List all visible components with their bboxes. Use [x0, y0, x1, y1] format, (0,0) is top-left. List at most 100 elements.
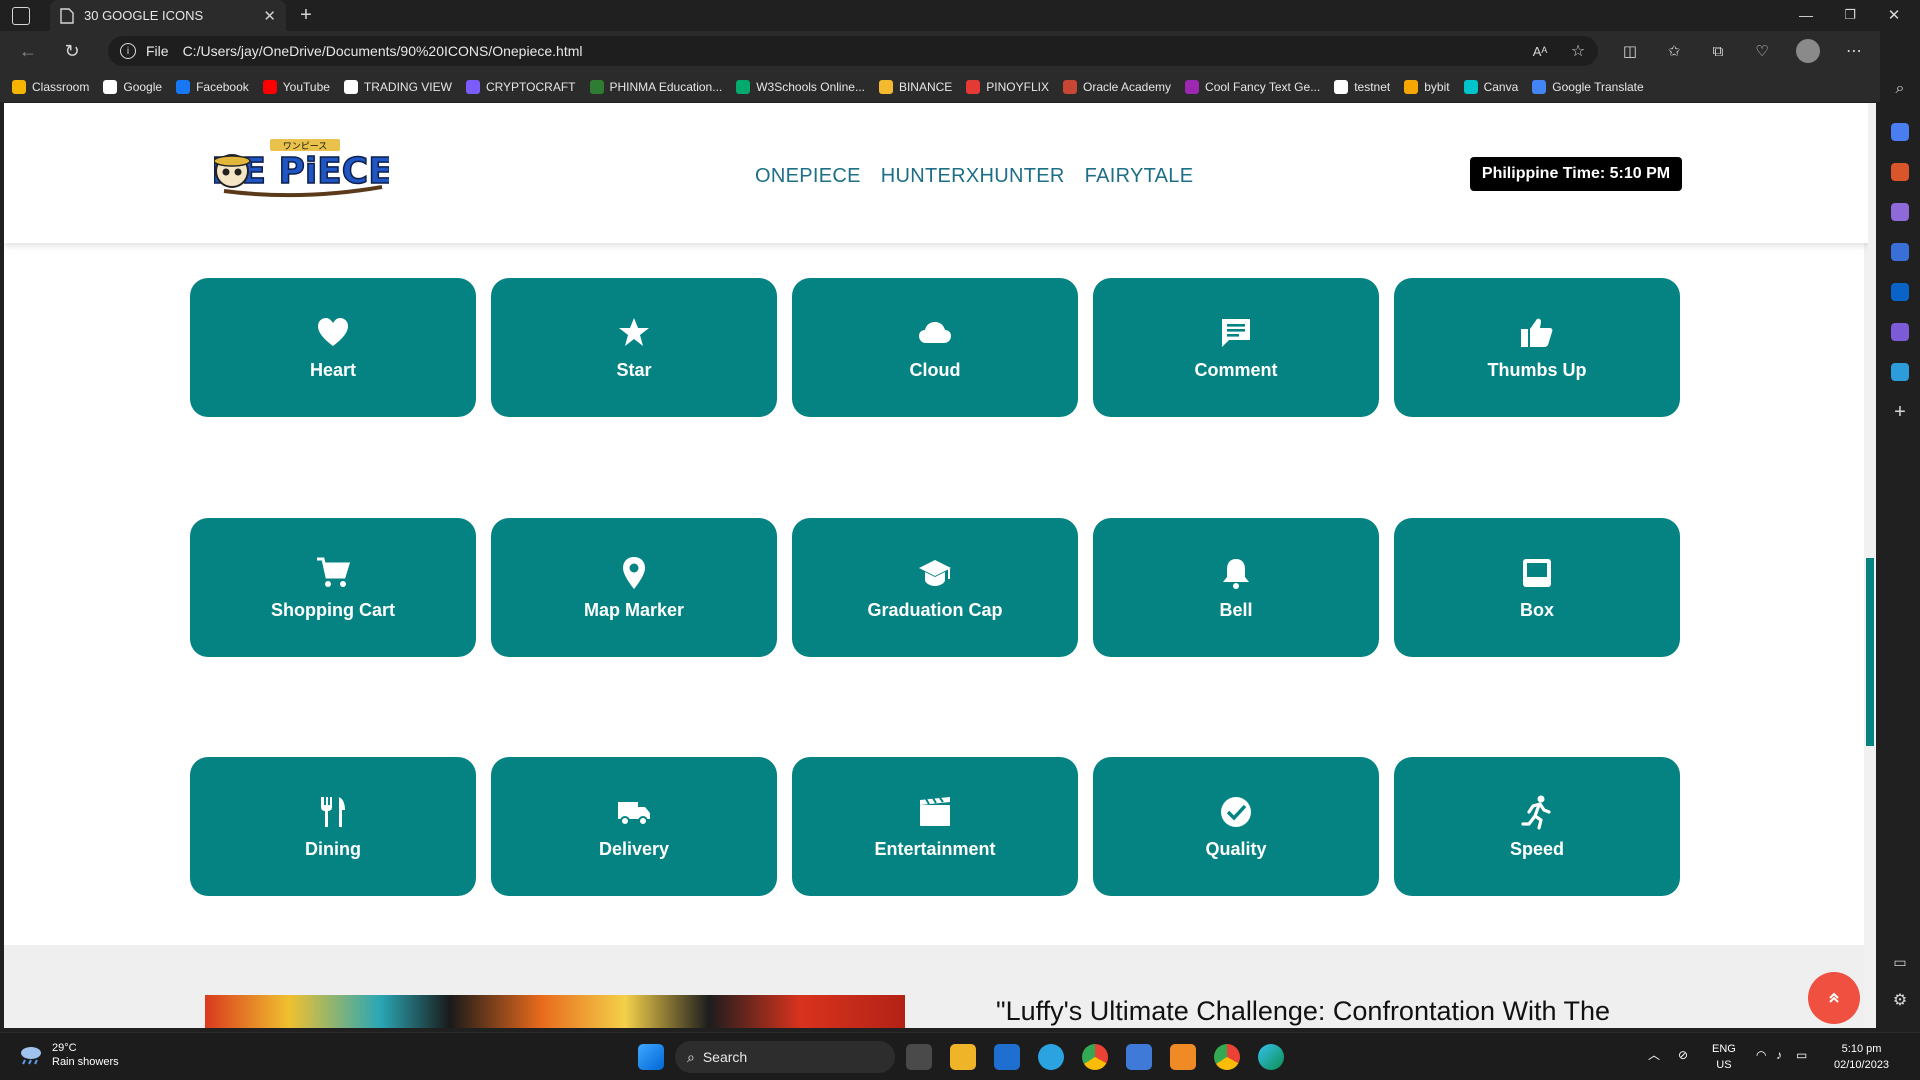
weather-widget[interactable]: 29°C Rain showers: [18, 1041, 119, 1069]
nav-link-onepiece[interactable]: ONEPIECE: [755, 165, 861, 188]
designer-icon[interactable]: [1891, 323, 1909, 341]
new-tab-icon[interactable]: +: [296, 4, 316, 26]
mail-icon[interactable]: [994, 1044, 1020, 1070]
bookmark-item[interactable]: BINANCE: [878, 79, 952, 94]
file-explorer-icon[interactable]: [950, 1044, 976, 1070]
sublime-text-icon[interactable]: [1170, 1044, 1196, 1070]
bookmark-item[interactable]: Oracle Academy: [1062, 79, 1171, 94]
scrollbar-thumb[interactable]: [1866, 558, 1874, 746]
language-indicator[interactable]: ENG US: [1712, 1041, 1736, 1073]
bookmark-item[interactable]: Canva: [1463, 79, 1518, 94]
bookmark-item[interactable]: YouTube: [262, 79, 330, 94]
one-piece-logo[interactable]: ワンピース NE PiECE: [214, 139, 389, 203]
minimize-icon[interactable]: —: [1796, 4, 1816, 26]
url-field[interactable]: i File C:/Users/jay/OneDrive/Documents/9…: [108, 36, 1598, 66]
bookmark-favicon-icon: [1334, 79, 1349, 94]
icon-card[interactable]: Delivery: [491, 757, 777, 896]
icon-card[interactable]: Star: [491, 278, 777, 417]
box-icon: [1518, 554, 1556, 592]
icon-card[interactable]: Speed: [1394, 757, 1680, 896]
info-icon[interactable]: i: [120, 43, 136, 59]
task-view-icon[interactable]: [906, 1044, 932, 1070]
bookmark-item[interactable]: PINOYFLIX: [966, 79, 1049, 94]
icon-card[interactable]: Quality: [1093, 757, 1379, 896]
bookmark-label: YouTube: [282, 79, 330, 94]
notepad-icon[interactable]: [1126, 1044, 1152, 1070]
start-button[interactable]: [638, 1044, 664, 1070]
bookmark-item[interactable]: bybit: [1404, 79, 1450, 94]
bookmark-item[interactable]: Google: [103, 79, 162, 94]
chrome-profile-icon[interactable]: [1214, 1044, 1240, 1070]
bookmark-label: PHINMA Education...: [609, 79, 723, 94]
back-to-top-button[interactable]: [1808, 972, 1860, 1024]
icon-card[interactable]: Map Marker: [491, 518, 777, 657]
icon-card-label: Shopping Cart: [271, 600, 395, 620]
tools-icon[interactable]: [1891, 163, 1909, 181]
icon-card[interactable]: Comment: [1093, 278, 1379, 417]
wifi-icon[interactable]: ◠: [1756, 1047, 1766, 1063]
browser-tab[interactable]: 30 GOOGLE ICONS ✕: [50, 0, 286, 31]
telegram-icon[interactable]: [1038, 1044, 1064, 1070]
drop-icon[interactable]: [1891, 363, 1909, 381]
icon-card[interactable]: Dining: [190, 757, 476, 896]
close-tab-icon[interactable]: ✕: [263, 7, 276, 25]
taskbar-search[interactable]: ⌕ Search: [675, 1041, 895, 1073]
bookmark-label: testnet: [1354, 79, 1391, 94]
bookmark-item[interactable]: TRADING VIEW: [343, 79, 452, 94]
icon-card[interactable]: Box: [1394, 518, 1680, 657]
bookmark-favicon-icon: [176, 79, 191, 94]
main-nav: ONEPIECE HUNTERXHUNTER FAIRYTALE: [755, 165, 1193, 188]
tray-overflow-icon[interactable]: ︿: [1648, 1047, 1660, 1063]
settings-gear-icon[interactable]: ⚙: [1890, 989, 1910, 1011]
star-icon: [615, 314, 653, 352]
profile-avatar[interactable]: [1796, 39, 1820, 63]
nav-link-hunterxhunter[interactable]: HUNTERXHUNTER: [881, 165, 1065, 188]
edge-icon[interactable]: [1258, 1044, 1284, 1070]
bookmark-item[interactable]: Classroom: [12, 79, 89, 94]
browser-essentials-icon[interactable]: ♡: [1752, 40, 1772, 62]
bookmark-item[interactable]: W3Schools Online...: [736, 79, 865, 94]
icon-card[interactable]: Bell: [1093, 518, 1379, 657]
icon-card[interactable]: Entertainment: [792, 757, 1078, 896]
clock-date: 02/10/2023: [1834, 1059, 1890, 1071]
favorite-star-icon[interactable]: ☆: [1568, 40, 1588, 62]
tab-actions-icon[interactable]: [12, 7, 30, 25]
restore-icon[interactable]: ❐: [1840, 4, 1860, 26]
collections-icon[interactable]: ⧉: [1708, 40, 1728, 62]
refresh-icon[interactable]: ↻: [60, 39, 84, 63]
bookmark-favicon-icon: [966, 79, 981, 94]
microsoft365-icon[interactable]: [1891, 243, 1909, 261]
clock[interactable]: 5:10 pm 02/10/2023: [1834, 1041, 1889, 1073]
bookmark-item[interactable]: testnet: [1334, 79, 1391, 94]
bookmark-item[interactable]: CRYPTOCRAFT: [465, 79, 576, 94]
icon-card[interactable]: Thumbs Up: [1394, 278, 1680, 417]
chrome-icon[interactable]: [1082, 1044, 1108, 1070]
icon-card[interactable]: Graduation Cap: [792, 518, 1078, 657]
volume-icon[interactable]: ♪: [1776, 1047, 1782, 1063]
back-icon[interactable]: ←: [16, 39, 40, 63]
network-off-icon[interactable]: ⊘: [1678, 1047, 1688, 1063]
bookmark-item[interactable]: Cool Fancy Text Ge...: [1185, 79, 1320, 94]
tab-strip: 30 GOOGLE ICONS ✕ + — ❐ ✕: [0, 0, 1920, 31]
outlook-icon[interactable]: [1891, 283, 1909, 301]
more-menu-icon[interactable]: ⋯: [1844, 40, 1864, 62]
games-icon[interactable]: [1891, 203, 1909, 221]
add-sidebar-icon[interactable]: +: [1890, 401, 1910, 423]
battery-icon[interactable]: ▭: [1796, 1047, 1807, 1063]
icon-card[interactable]: Shopping Cart: [190, 518, 476, 657]
bookmark-item[interactable]: Facebook: [176, 79, 249, 94]
bookmarks-bar: Classroom Google Facebook YouTube TRADING VI…: [0, 71, 1880, 102]
search-icon[interactable]: ⌕: [1890, 79, 1910, 99]
favorites-icon[interactable]: ✩: [1664, 40, 1684, 62]
close-window-icon[interactable]: ✕: [1884, 4, 1904, 26]
read-aloud-icon[interactable]: Aᴬ: [1530, 40, 1550, 62]
bookmark-item[interactable]: PHINMA Education...: [589, 79, 723, 94]
bookmark-item[interactable]: Google Translate: [1532, 79, 1644, 94]
split-screen-icon[interactable]: ◫: [1620, 40, 1640, 62]
bookmark-favicon-icon: [1062, 79, 1077, 94]
sidebar-toggle-icon[interactable]: ▭: [1890, 951, 1910, 973]
nav-link-fairytale[interactable]: FAIRYTALE: [1085, 165, 1194, 188]
icon-card[interactable]: Cloud: [792, 278, 1078, 417]
icon-card[interactable]: Heart: [190, 278, 476, 417]
shopping-tag-icon[interactable]: [1891, 123, 1909, 141]
